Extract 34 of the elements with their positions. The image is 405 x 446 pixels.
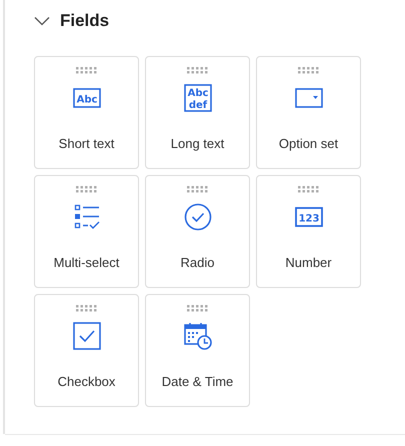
field-label: Radio xyxy=(180,255,214,270)
field-label: Short text xyxy=(58,136,114,151)
drag-handle-icon[interactable] xyxy=(298,186,320,193)
field-label: Checkbox xyxy=(58,374,116,389)
field-tile[interactable]: Abc Short text xyxy=(34,56,139,169)
field-tile[interactable]: Abc def Long text xyxy=(145,56,250,169)
text-area-icon: Abc def xyxy=(184,84,212,112)
field-tile[interactable]: Date & Time xyxy=(145,294,250,407)
field-tile[interactable]: Option set xyxy=(256,56,361,169)
field-label: Option set xyxy=(278,136,338,151)
field-tile[interactable]: Checkbox xyxy=(34,294,139,407)
text-box-icon: Abc xyxy=(72,88,100,108)
dropdown-icon xyxy=(294,88,322,108)
section-title: Fields xyxy=(60,11,110,31)
calendar-clock-icon xyxy=(184,322,212,350)
checklist-icon xyxy=(74,204,100,230)
field-tile[interactable]: Radio xyxy=(145,175,250,288)
field-tile[interactable]: 123 Number xyxy=(256,175,361,288)
field-label: Long text xyxy=(170,136,224,151)
field-label: Date & Time xyxy=(162,374,234,389)
field-tile[interactable]: Multi-select xyxy=(34,175,139,288)
field-label: Multi-select xyxy=(54,255,120,270)
drag-handle-icon[interactable] xyxy=(76,186,98,193)
drag-handle-icon[interactable] xyxy=(76,67,98,74)
drag-handle-icon[interactable] xyxy=(186,305,208,312)
field-label: Number xyxy=(285,255,332,270)
drag-handle-icon[interactable] xyxy=(298,67,320,74)
number-box-icon: 123 xyxy=(294,207,322,227)
checkbox-icon xyxy=(72,322,100,350)
chevron-icon[interactable] xyxy=(34,16,50,26)
check-circle-icon xyxy=(184,203,212,231)
drag-handle-icon[interactable] xyxy=(76,305,98,312)
drag-handle-icon[interactable] xyxy=(186,186,208,193)
drag-handle-icon[interactable] xyxy=(186,67,208,74)
